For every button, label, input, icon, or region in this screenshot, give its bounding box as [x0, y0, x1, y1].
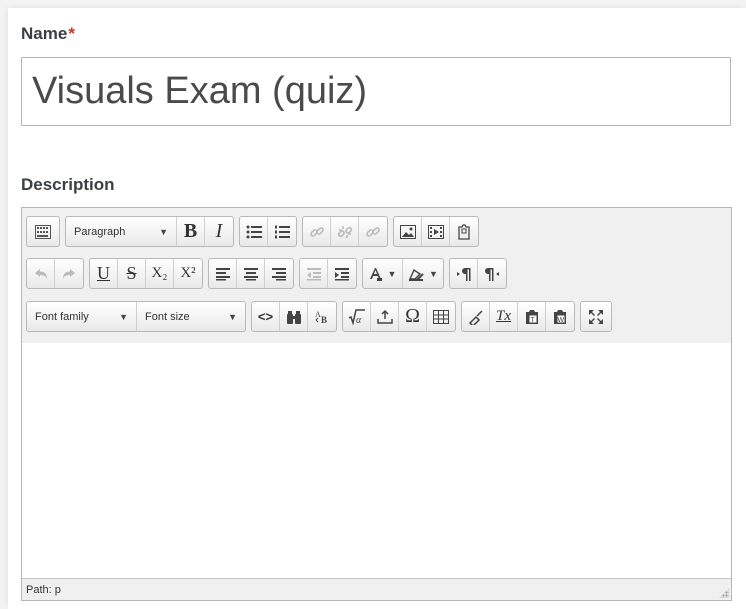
- manage-files-icon[interactable]: [450, 217, 478, 246]
- ltr-icon[interactable]: [450, 259, 478, 288]
- toolbar-row-1: Paragraph ▼ B I: [26, 216, 484, 247]
- font-size-select[interactable]: Font size ▼: [137, 302, 245, 331]
- redo-icon[interactable]: [55, 259, 83, 288]
- bullet-list-icon[interactable]: [240, 217, 268, 246]
- upload-icon[interactable]: [371, 302, 399, 331]
- resize-handle-icon[interactable]: [719, 588, 729, 598]
- clear-formatting-button[interactable]: Tx: [490, 302, 518, 331]
- media-icon[interactable]: [422, 217, 450, 246]
- toolbar-group: Font family ▼ Font size ▼: [26, 301, 246, 332]
- name-label-text: Name: [21, 24, 68, 43]
- chevron-down-icon: ▼: [387, 268, 397, 279]
- paste-word-icon[interactable]: W: [546, 302, 574, 331]
- chevron-down-icon: ▼: [429, 268, 438, 279]
- toolbar-group: [208, 258, 294, 289]
- toolbar-group: [239, 216, 297, 247]
- toolbar-group: [299, 258, 357, 289]
- description-editor: Paragraph ▼ B I U S X₂ X² ▼ ▼ Font famil…: [21, 207, 732, 601]
- source-code-button[interactable]: <>: [252, 302, 280, 331]
- chevron-down-icon: ▼: [159, 226, 168, 237]
- anchor-link-icon[interactable]: [359, 217, 387, 246]
- toolbar-group: [26, 216, 60, 247]
- name-input[interactable]: [21, 57, 731, 126]
- paragraph-select[interactable]: Paragraph ▼: [66, 217, 177, 246]
- toolbar-group: [393, 216, 479, 247]
- toolbar-group: U S X₂ X²: [89, 258, 203, 289]
- toolbar-group: Paragraph ▼ B I: [65, 216, 234, 247]
- font-family-select[interactable]: Font family ▼: [27, 302, 137, 331]
- paste-text-icon[interactable]: T: [518, 302, 546, 331]
- table-icon[interactable]: [427, 302, 455, 331]
- font-size-select-label: Font size: [145, 310, 190, 323]
- chevron-down-icon: ▼: [228, 311, 237, 322]
- toolbar-group: [449, 258, 507, 289]
- description-label: Description: [21, 175, 115, 194]
- special-character-button[interactable]: Ω: [399, 302, 427, 331]
- equation-icon[interactable]: α: [343, 302, 371, 331]
- undo-icon[interactable]: [27, 259, 55, 288]
- underline-button[interactable]: U: [90, 259, 118, 288]
- fullscreen-icon[interactable]: [581, 302, 611, 331]
- align-center-icon[interactable]: [237, 259, 265, 288]
- paragraph-select-label: Paragraph: [74, 225, 126, 238]
- find-replace-icon[interactable]: [280, 302, 308, 331]
- toolbar-group: α Ω: [342, 301, 456, 332]
- toolbar-group: ▼ ▼: [362, 258, 444, 289]
- svg-text:T: T: [530, 317, 535, 324]
- font-family-select-label: Font family: [35, 310, 89, 323]
- toolbar-row-2: U S X₂ X² ▼ ▼: [26, 258, 512, 289]
- toolbar-row-3: Font family ▼ Font size ▼ <> AB α Ω Tx T…: [26, 301, 617, 332]
- align-right-icon[interactable]: [265, 259, 293, 288]
- svg-text:α: α: [356, 315, 362, 325]
- bold-button[interactable]: B: [177, 217, 205, 246]
- superscript-button[interactable]: X²: [174, 259, 202, 288]
- spellcheck-icon[interactable]: AB: [308, 302, 336, 331]
- background-color-icon: [408, 268, 424, 281]
- chevron-down-icon: ▼: [119, 311, 128, 322]
- toolbar-toggle-icon[interactable]: [27, 217, 59, 246]
- subscript-button[interactable]: X₂: [146, 259, 174, 288]
- indent-icon[interactable]: [328, 259, 356, 288]
- editor-content-area[interactable]: [22, 343, 731, 578]
- toolbar-group: Tx T W: [461, 301, 575, 332]
- align-left-icon[interactable]: [209, 259, 237, 288]
- svg-text:W: W: [558, 317, 565, 324]
- toolbar-group: [302, 216, 388, 247]
- editor-statusbar: Path: p: [22, 578, 731, 600]
- rtl-icon[interactable]: [478, 259, 506, 288]
- unlink-icon[interactable]: [331, 217, 359, 246]
- italic-button[interactable]: I: [205, 217, 233, 246]
- text-color-icon: [369, 267, 382, 281]
- outdent-icon[interactable]: [300, 259, 328, 288]
- toolbar-group: [580, 301, 612, 332]
- link-icon[interactable]: [303, 217, 331, 246]
- strikethrough-button[interactable]: S: [118, 259, 146, 288]
- clean-brush-icon[interactable]: [462, 302, 490, 331]
- image-icon[interactable]: [394, 217, 422, 246]
- toolbar-group: <> AB: [251, 301, 337, 332]
- numbered-list-icon[interactable]: [268, 217, 296, 246]
- toolbar-group: [26, 258, 84, 289]
- required-marker: *: [68, 24, 75, 43]
- editor-toolbar: Paragraph ▼ B I U S X₂ X² ▼ ▼ Font famil…: [22, 208, 731, 344]
- background-color-button[interactable]: ▼: [403, 259, 443, 288]
- text-color-button[interactable]: ▼: [363, 259, 403, 288]
- svg-text:B: B: [321, 315, 327, 325]
- element-path: Path: p: [26, 583, 61, 596]
- name-label: Name *: [21, 24, 75, 44]
